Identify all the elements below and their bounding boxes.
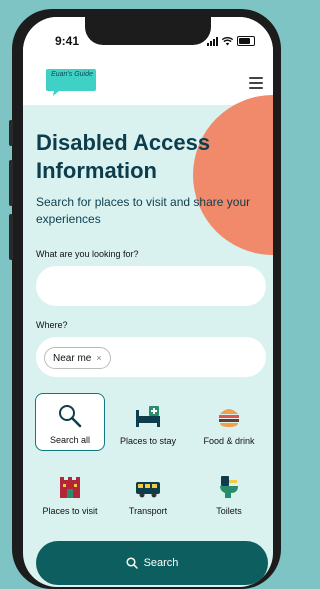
category-places-to-visit[interactable]: Places to visit <box>35 463 105 521</box>
toilet-icon <box>220 476 238 498</box>
status-bar: 9:41 <box>23 17 273 67</box>
where-label: Where? <box>36 320 68 330</box>
remove-chip-icon[interactable]: × <box>96 353 101 363</box>
page-subtitle: Search for places to visit and share you… <box>36 195 251 226</box>
category-label: Transport <box>128 506 168 516</box>
hamburger-icon[interactable] <box>249 77 263 89</box>
magnifier-icon <box>59 405 82 428</box>
search-button[interactable]: Search <box>36 541 268 585</box>
logo-text: Euan's Guide <box>51 71 93 78</box>
category-toilets[interactable]: Toilets <box>194 463 264 521</box>
wifi-icon <box>222 37 233 46</box>
notch <box>85 17 211 45</box>
category-label: Toilets <box>216 506 242 516</box>
category-label: Places to visit <box>42 506 98 516</box>
search-button-label: Search <box>143 557 179 569</box>
volume-down-button <box>9 214 13 260</box>
what-label: What are you looking for? <box>36 249 139 259</box>
volume-up-button <box>9 160 13 206</box>
category-places-to-stay[interactable]: Places to stay <box>113 393 183 451</box>
phone-screen: 9:41 Euan's Guide Disabled Access Inform… <box>23 17 273 587</box>
burger-icon <box>219 409 239 427</box>
category-search-all[interactable]: Search all <box>35 393 105 451</box>
signal-icon <box>207 37 218 46</box>
what-input[interactable] <box>36 266 266 306</box>
battery-icon <box>237 36 255 46</box>
bed-icon <box>136 406 160 427</box>
search-icon <box>126 557 138 569</box>
page-title: Disabled Access Information <box>36 130 211 183</box>
status-icons <box>207 36 255 46</box>
mute-switch <box>9 120 13 146</box>
bus-icon <box>136 482 160 498</box>
location-chip[interactable]: Near me × <box>44 347 111 369</box>
category-label: Search all <box>49 435 91 445</box>
category-food-drink[interactable]: Food & drink <box>194 393 264 451</box>
status-time: 9:41 <box>55 34 80 48</box>
castle-icon <box>60 477 80 498</box>
category-label: Places to stay <box>119 436 177 446</box>
category-transport[interactable]: Transport <box>113 463 183 521</box>
location-chip-label: Near me <box>53 352 92 364</box>
category-label: Food & drink <box>203 436 255 446</box>
